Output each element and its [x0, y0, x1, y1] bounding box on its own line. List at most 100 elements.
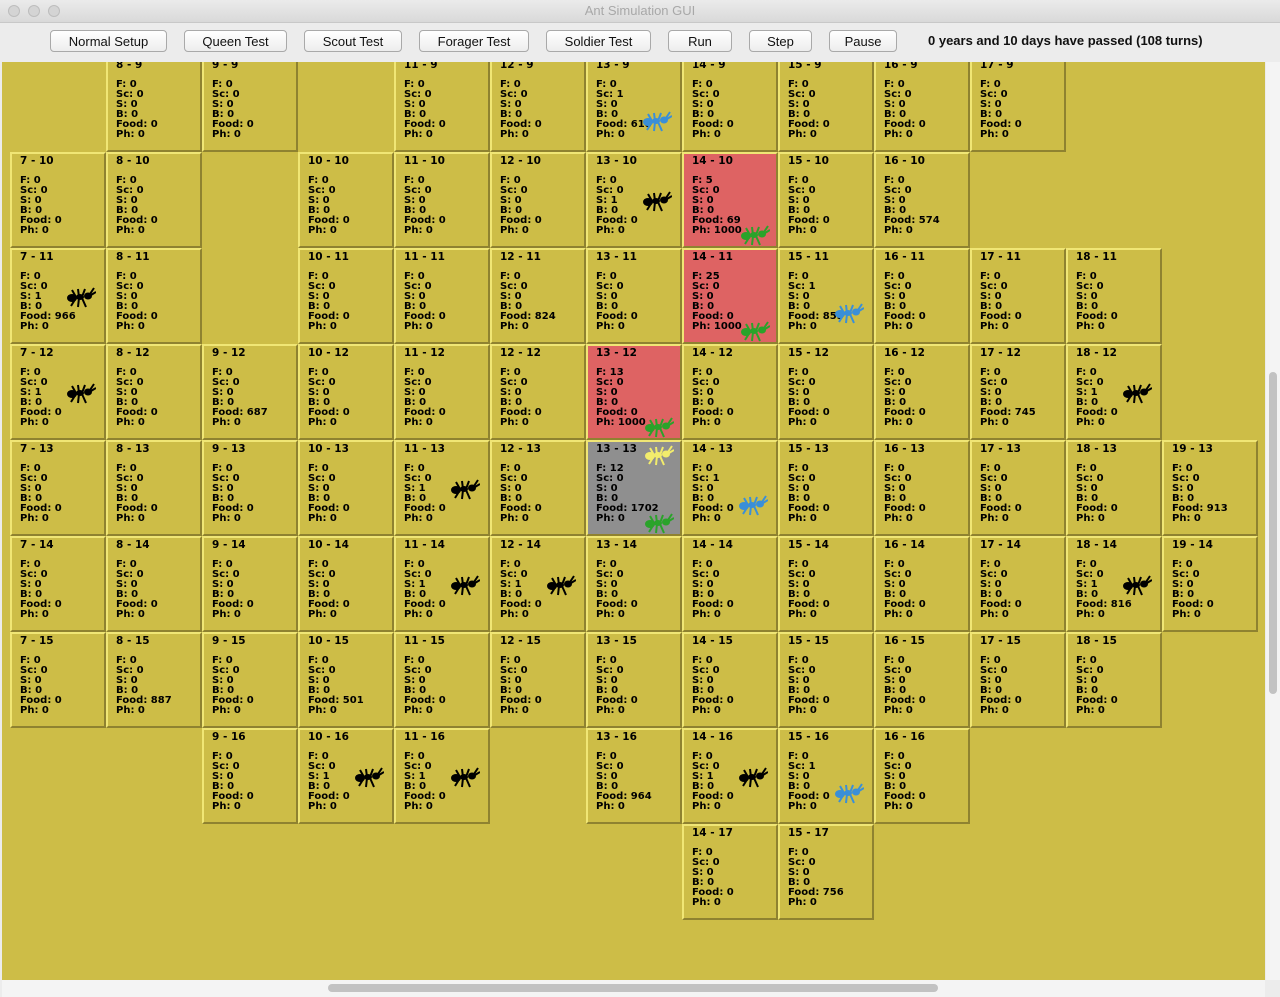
cell-stats: F: 0 Sc: 0 S: 0 B: 0 Food: 0 Ph: 0	[308, 368, 350, 428]
cell-stats: F: 25 Sc: 0 S: 0 B: 0 Food: 0 Ph: 1000	[692, 272, 742, 332]
forager-ant-icon	[644, 512, 675, 534]
scout-ant-icon	[834, 782, 865, 804]
cell-coordinates: 17 - 15	[980, 635, 1021, 647]
normal-setup-button[interactable]: Normal Setup	[50, 30, 167, 52]
cell-coordinates: 13 - 11	[596, 251, 637, 263]
cell-stat-ph: Ph: 0	[308, 417, 337, 428]
cell-stat-ph: Ph: 0	[692, 513, 721, 524]
step-button[interactable]: Step	[749, 30, 812, 52]
run-button[interactable]: Run	[668, 30, 732, 52]
grid-cell-17-9: 17 - 9 F: 0 Sc: 0 S: 0 B: 0 Food: 0 Ph: 0	[970, 62, 1066, 152]
cell-stat-ph: Ph: 0	[500, 513, 529, 524]
cell-stat-ph: Ph: 0	[20, 705, 49, 716]
soldier-ant-icon	[354, 766, 385, 788]
grid-cell-14-9: 14 - 9 F: 0 Sc: 0 S: 0 B: 0 Food: 0 Ph: 0	[682, 62, 778, 152]
cell-coordinates: 7 - 14	[20, 539, 54, 551]
queen-test-button[interactable]: Queen Test	[184, 30, 287, 52]
cell-stats: F: 0 Sc: 0 S: 0 B: 0 Food: 0 Ph: 0	[980, 80, 1022, 140]
grid-cell-12-12: 12 - 12 F: 0 Sc: 0 S: 0 B: 0 Food: 0 Ph: 0	[490, 344, 586, 440]
grid-cell-15-14: 15 - 14 F: 0 Sc: 0 S: 0 B: 0 Food: 0 Ph: 0	[778, 536, 874, 632]
cell-coordinates: 10 - 15	[308, 635, 349, 647]
grid-cell-15-16: 15 - 16 F: 0 Sc: 1 S: 0 B: 0 Food: 0 Ph: 0	[778, 728, 874, 824]
grid-cell-13-10: 13 - 10 F: 0 Sc: 0 S: 1 B: 0 Food: 0 Ph: 0	[586, 152, 682, 248]
cell-coordinates: 16 - 11	[884, 251, 925, 263]
soldier-test-button[interactable]: Soldier Test	[546, 30, 651, 52]
grid-cell-16-16: 16 - 16 F: 0 Sc: 0 S: 0 B: 0 Food: 0 Ph: 0	[874, 728, 970, 824]
grid-cell-15-9: 15 - 9 F: 0 Sc: 0 S: 0 B: 0 Food: 0 Ph: 0	[778, 62, 874, 152]
cell-stat-ph: Ph: 0	[308, 801, 337, 812]
cell-coordinates: 14 - 15	[692, 635, 733, 647]
soldier-ant-icon	[450, 574, 481, 596]
grid-cell-14-13: 14 - 13 F: 0 Sc: 1 S: 0 B: 0 Food: 0 Ph: 0	[682, 440, 778, 536]
cell-stats: F: 0 Sc: 0 S: 0 B: 0 Food: 0 Ph: 0	[980, 464, 1022, 524]
scout-test-button[interactable]: Scout Test	[304, 30, 402, 52]
grid-cell-18-14: 18 - 14 F: 0 Sc: 0 S: 1 B: 0 Food: 816 Ph: 0	[1066, 536, 1162, 632]
cell-stats: F: 0 Sc: 0 S: 0 B: 0 Food: 964 Ph: 0	[596, 752, 652, 812]
cell-coordinates: 7 - 10	[20, 155, 54, 167]
cell-stat-ph: Ph: 0	[788, 897, 817, 908]
horizontal-scroll-thumb[interactable]	[328, 984, 938, 992]
cell-stat-ph: Ph: 0	[500, 705, 529, 716]
grid-cell-15-11: 15 - 11 F: 0 Sc: 1 S: 0 B: 0 Food: 855 Ph: 0	[778, 248, 874, 344]
cell-coordinates: 16 - 10	[884, 155, 925, 167]
cell-coordinates: 17 - 14	[980, 539, 1021, 551]
cell-coordinates: 9 - 15	[212, 635, 246, 647]
cell-stats: F: 0 Sc: 0 S: 0 B: 0 Food: 0 Ph: 0	[404, 272, 446, 332]
grid-cell-13-12: 13 - 12 F: 13 Sc: 0 S: 0 B: 0 Food: 0 Ph: 1000	[586, 344, 682, 440]
cell-stat-ph: Ph: 0	[116, 609, 145, 620]
cell-stats: F: 0 Sc: 0 S: 0 B: 0 Food: 887 Ph: 0	[116, 656, 172, 716]
cell-coordinates: 14 - 11	[692, 251, 733, 263]
grid-cell-12-15: 12 - 15 F: 0 Sc: 0 S: 0 B: 0 Food: 0 Ph: 0	[490, 632, 586, 728]
cell-coordinates: 8 - 9	[116, 62, 143, 71]
cell-stat-ph: Ph: 0	[116, 225, 145, 236]
cell-coordinates: 9 - 12	[212, 347, 246, 359]
grid-cell-9-15: 9 - 15 F: 0 Sc: 0 S: 0 B: 0 Food: 0 Ph: 0	[202, 632, 298, 728]
cell-stats: F: 0 Sc: 0 S: 0 B: 0 Food: 745 Ph: 0	[980, 368, 1036, 428]
cell-stats: F: 0 Sc: 0 S: 0 B: 0 Food: 0 Ph: 0	[20, 464, 62, 524]
cell-coordinates: 13 - 15	[596, 635, 637, 647]
cell-stat-ph: Ph: 0	[788, 129, 817, 140]
grid-cell-11-10: 11 - 10 F: 0 Sc: 0 S: 0 B: 0 Food: 0 Ph: 0	[394, 152, 490, 248]
cell-stat-ph: Ph: 0	[884, 321, 913, 332]
grid-cell-10-14: 10 - 14 F: 0 Sc: 0 S: 0 B: 0 Food: 0 Ph: 0	[298, 536, 394, 632]
cell-stats: F: 0 Sc: 0 S: 0 B: 0 Food: 0 Ph: 0	[596, 656, 638, 716]
cell-stat-ph: Ph: 0	[20, 321, 49, 332]
grid-cell-9-9: 9 - 9 F: 0 Sc: 0 S: 0 B: 0 Food: 0 Ph: 0	[202, 62, 298, 152]
horizontal-scrollbar[interactable]	[2, 980, 1265, 997]
cell-stats: F: 0 Sc: 0 S: 0 B: 0 Food: 0 Ph: 0	[500, 176, 542, 236]
cell-stats: F: 0 Sc: 0 S: 0 B: 0 Food: 0 Ph: 0	[1076, 656, 1118, 716]
pause-button[interactable]: Pause	[829, 30, 897, 52]
cell-stat-ph: Ph: 0	[788, 609, 817, 620]
cell-coordinates: 13 - 9	[596, 62, 630, 71]
cell-stats: F: 0 Sc: 1 S: 0 B: 0 Food: 0 Ph: 0	[788, 752, 830, 812]
grid-cell-8-12: 8 - 12 F: 0 Sc: 0 S: 0 B: 0 Food: 0 Ph: 0	[106, 344, 202, 440]
grid-cell-13-13: 13 - 13 F: 12 Sc: 0 S: 0 B: 0 Food: 1702 Ph: 0	[586, 440, 682, 536]
grid-cell-14-17: 14 - 17 F: 0 Sc: 0 S: 0 B: 0 Food: 0 Ph: 0	[682, 824, 778, 920]
soldier-ant-icon	[546, 574, 577, 596]
grid-cell-10-12: 10 - 12 F: 0 Sc: 0 S: 0 B: 0 Food: 0 Ph: 0	[298, 344, 394, 440]
cell-stat-ph: Ph: 0	[500, 321, 529, 332]
cell-stat-ph: Ph: 0	[692, 417, 721, 428]
cell-stats: F: 0 Sc: 0 S: 0 B: 0 Food: 0 Ph: 0	[308, 176, 350, 236]
grid-cell-14-12: 14 - 12 F: 0 Sc: 0 S: 0 B: 0 Food: 0 Ph: 0	[682, 344, 778, 440]
grid-cell-10-16: 10 - 16 F: 0 Sc: 0 S: 1 B: 0 Food: 0 Ph: 0	[298, 728, 394, 824]
cell-stat-ph: Ph: 0	[308, 705, 337, 716]
cell-stat-ph: Ph: 0	[212, 129, 241, 140]
vertical-scrollbar[interactable]	[1266, 62, 1280, 980]
soldier-ant-icon	[450, 478, 481, 500]
vertical-scroll-thumb[interactable]	[1269, 372, 1277, 694]
cell-stat-ph: Ph: 0	[116, 129, 145, 140]
cell-stats: F: 0 Sc: 0 S: 0 B: 0 Food: 0 Ph: 0	[788, 560, 830, 620]
cell-coordinates: 15 - 12	[788, 347, 829, 359]
cell-stat-ph: Ph: 0	[596, 321, 625, 332]
cell-stats: F: 0 Sc: 0 S: 0 B: 0 Food: 0 Ph: 0	[500, 656, 542, 716]
cell-coordinates: 12 - 13	[500, 443, 541, 455]
cell-stats: F: 0 Sc: 0 S: 0 B: 0 Food: 0 Ph: 0	[596, 560, 638, 620]
cell-coordinates: 13 - 14	[596, 539, 637, 551]
grid-cell-15-13: 15 - 13 F: 0 Sc: 0 S: 0 B: 0 Food: 0 Ph: 0	[778, 440, 874, 536]
cell-stats: F: 0 Sc: 0 S: 0 B: 0 Food: 0 Ph: 0	[308, 272, 350, 332]
cell-coordinates: 10 - 13	[308, 443, 349, 455]
forager-test-button[interactable]: Forager Test	[419, 30, 529, 52]
grid-cell-7-11: 7 - 11 F: 0 Sc: 0 S: 1 B: 0 Food: 966 Ph: 0	[10, 248, 106, 344]
grid-cell-18-13: 18 - 13 F: 0 Sc: 0 S: 0 B: 0 Food: 0 Ph: 0	[1066, 440, 1162, 536]
